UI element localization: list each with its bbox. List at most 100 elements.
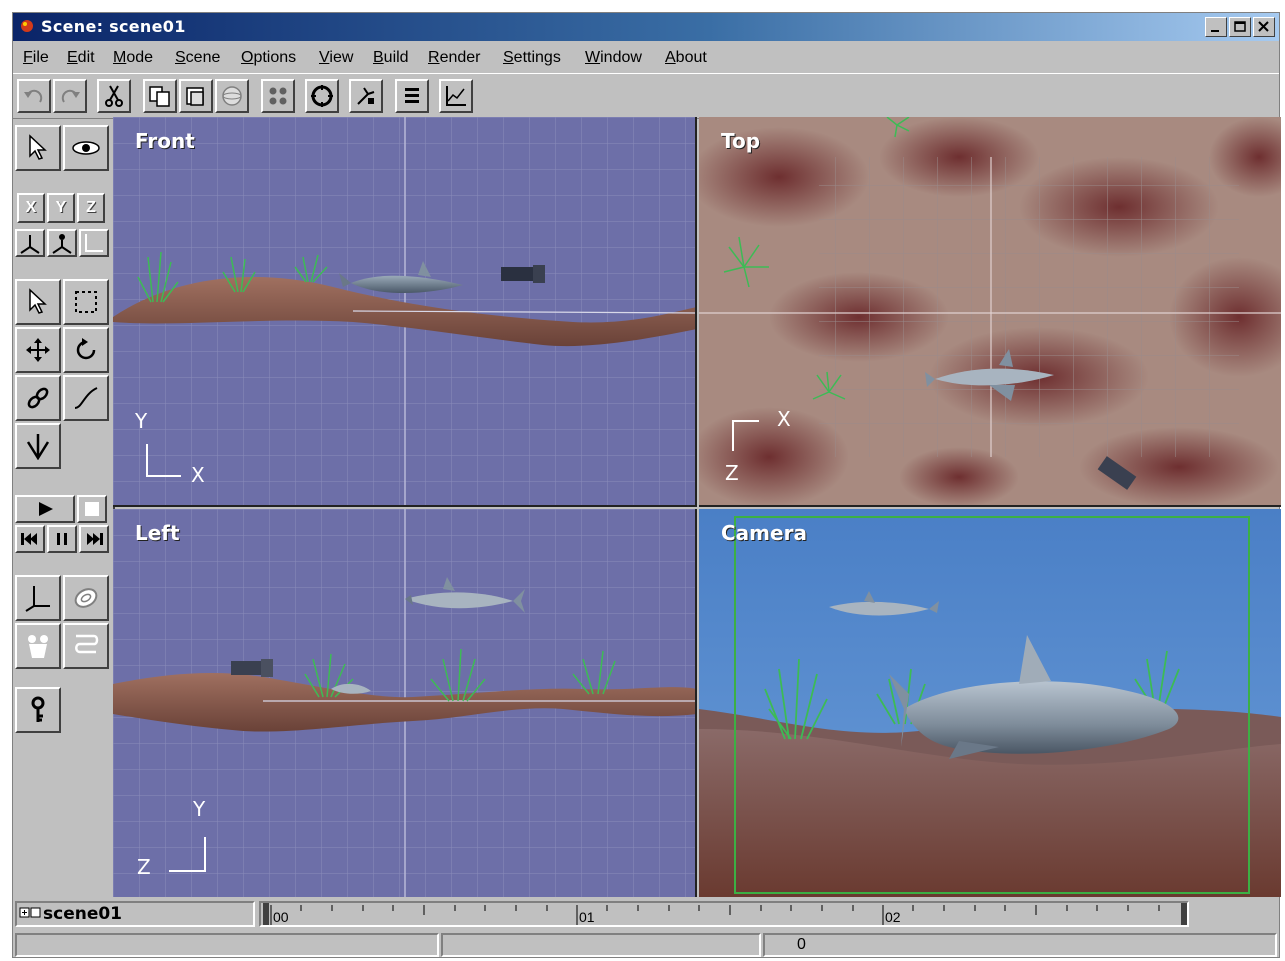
cut-button[interactable] bbox=[97, 79, 131, 113]
snap-button[interactable] bbox=[349, 79, 383, 113]
frame-counter: 0 bbox=[797, 936, 806, 953]
grid-button[interactable] bbox=[261, 79, 295, 113]
select-tool-button[interactable] bbox=[15, 279, 61, 325]
axis-z-toggle[interactable]: Z bbox=[77, 193, 105, 223]
app-icon bbox=[21, 20, 33, 32]
list-button[interactable] bbox=[395, 79, 429, 113]
menu-mode[interactable]: Mode bbox=[113, 49, 153, 67]
menu-window[interactable]: Window bbox=[585, 49, 642, 67]
key-tool-button[interactable] bbox=[15, 687, 61, 733]
viewport-label-front: Front bbox=[135, 129, 195, 153]
world-axes-icon bbox=[20, 235, 40, 254]
rotate-tool-button[interactable] bbox=[63, 327, 109, 373]
maximize-icon bbox=[1234, 21, 1246, 32]
play-button[interactable] bbox=[15, 495, 75, 523]
menu-file[interactable]: File bbox=[23, 49, 49, 67]
paste-icon bbox=[186, 87, 204, 106]
local-axes-button[interactable] bbox=[47, 229, 77, 257]
link-tool-button[interactable] bbox=[15, 375, 61, 421]
status-pane-info bbox=[441, 933, 761, 957]
menu-edit[interactable]: Edit bbox=[67, 49, 95, 67]
local-axes-icon bbox=[52, 234, 72, 254]
axis-label-y: Y bbox=[135, 409, 148, 433]
minimize-button[interactable] bbox=[1205, 17, 1227, 37]
axis-label-z-top: Z bbox=[725, 461, 739, 485]
expand-icon[interactable] bbox=[19, 907, 41, 921]
timeline-ticks bbox=[263, 903, 1187, 925]
move-tool-button[interactable] bbox=[15, 327, 61, 373]
menu-render[interactable]: Render bbox=[428, 49, 480, 67]
undo-button[interactable] bbox=[17, 79, 51, 113]
maximize-button[interactable] bbox=[1229, 17, 1251, 37]
cut-icon bbox=[105, 85, 123, 107]
screen-axes-button[interactable] bbox=[79, 229, 109, 257]
world-axes-button[interactable] bbox=[15, 229, 45, 257]
marquee-select-button[interactable] bbox=[63, 279, 109, 325]
title-bar[interactable]: Scene: scene01 bbox=[13, 13, 1279, 41]
select-arrow-button[interactable] bbox=[15, 125, 61, 171]
character-tool-button[interactable] bbox=[15, 623, 61, 669]
axis-label-x: X bbox=[191, 463, 205, 487]
chain-link-icon bbox=[27, 387, 49, 409]
minimize-icon bbox=[1211, 30, 1219, 32]
scene-name: scene01 bbox=[43, 904, 123, 924]
menu-build[interactable]: Build bbox=[373, 49, 409, 67]
status-pane-frame: 0 bbox=[763, 933, 1277, 957]
path-tool-button[interactable] bbox=[63, 375, 109, 421]
viewport-label-top: Top bbox=[721, 129, 761, 153]
scene-tree-field[interactable]: scene01 bbox=[15, 901, 255, 927]
copy-icon bbox=[149, 86, 170, 107]
close-button[interactable] bbox=[1253, 17, 1275, 37]
axis-x-toggle[interactable]: X bbox=[17, 193, 45, 223]
anchor-tool-button[interactable] bbox=[15, 423, 61, 469]
axis-gizmo-top bbox=[732, 420, 759, 451]
axis-y-toggle[interactable]: Y bbox=[47, 193, 75, 223]
menu-scene[interactable]: Scene bbox=[175, 49, 220, 67]
main-window: Scene: scene01 File Edit Mode Scene Opti… bbox=[12, 12, 1281, 958]
render-sphere-button[interactable] bbox=[215, 79, 249, 113]
graph-button[interactable] bbox=[439, 79, 473, 113]
viewport-camera[interactable]: Camera bbox=[699, 509, 1281, 897]
pause-button[interactable] bbox=[47, 525, 77, 553]
pause-icon bbox=[57, 533, 67, 545]
status-pane-message bbox=[15, 933, 439, 957]
redo-button[interactable] bbox=[53, 79, 87, 113]
render-sphere-icon bbox=[222, 86, 242, 106]
select-arrow-icon bbox=[29, 288, 47, 314]
deform-tool-button[interactable] bbox=[63, 575, 109, 621]
timeline-bar: scene01 00 01 02 bbox=[13, 899, 1279, 929]
stop-icon bbox=[85, 502, 99, 516]
menu-settings[interactable]: Settings bbox=[503, 49, 561, 67]
timeline-mark-0: 00 bbox=[273, 909, 289, 925]
list-icon bbox=[405, 88, 419, 103]
screen-axes-icon bbox=[85, 234, 103, 252]
menu-view[interactable]: View bbox=[319, 49, 353, 67]
eye-view-button[interactable] bbox=[63, 125, 109, 171]
axis-label-y-left: Y bbox=[193, 797, 206, 821]
rewind-button[interactable] bbox=[15, 525, 45, 553]
viewport-left[interactable]: Left Y Z bbox=[113, 509, 697, 897]
top-scene bbox=[699, 117, 1281, 505]
timeline-ruler[interactable]: 00 01 02 bbox=[259, 901, 1189, 927]
motion-path-button[interactable] bbox=[63, 623, 109, 669]
copy-button[interactable] bbox=[143, 79, 177, 113]
move-icon bbox=[26, 338, 50, 362]
stop-button[interactable] bbox=[77, 495, 107, 523]
coordinate-tool-button[interactable] bbox=[15, 575, 61, 621]
marquee-icon bbox=[75, 291, 97, 313]
viewport-top[interactable]: Top X Z bbox=[699, 117, 1281, 507]
fast-forward-icon bbox=[87, 533, 103, 545]
fast-forward-button[interactable] bbox=[79, 525, 109, 553]
left-tool-palette: X Y Z bbox=[13, 117, 115, 897]
menu-about[interactable]: About bbox=[665, 49, 707, 67]
axis-gizmo-left bbox=[169, 837, 206, 872]
front-scene bbox=[113, 117, 695, 505]
viewport-front[interactable]: Front Y X bbox=[113, 117, 697, 507]
main-toolbar bbox=[13, 73, 1279, 119]
eye-icon bbox=[72, 141, 100, 155]
menu-options[interactable]: Options bbox=[241, 49, 296, 67]
redo-icon bbox=[61, 89, 80, 103]
target-button[interactable] bbox=[305, 79, 339, 113]
target-icon bbox=[311, 85, 333, 107]
paste-button[interactable] bbox=[179, 79, 213, 113]
